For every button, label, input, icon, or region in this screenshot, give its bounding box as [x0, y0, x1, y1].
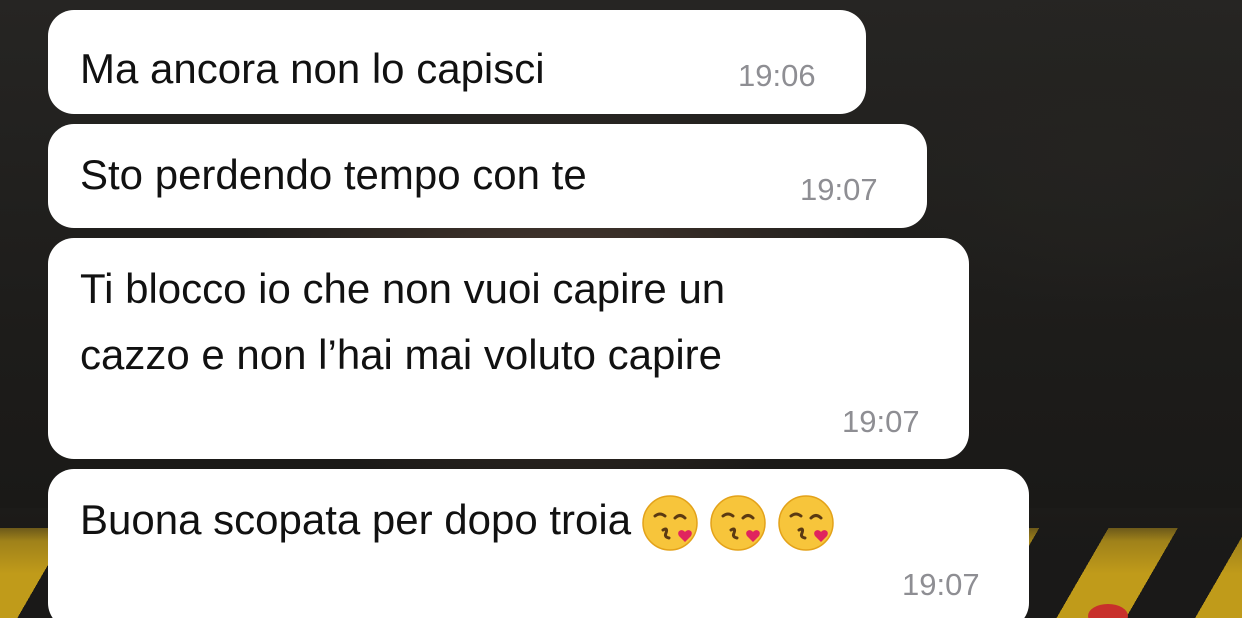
message-text-line-1: Ti blocco io che non vuoi capire un — [80, 265, 726, 312]
face-blowing-kiss-icon — [709, 494, 767, 552]
message-text: Buona scopata per dopo troia — [80, 489, 835, 552]
message-timestamp: 19:07 — [842, 404, 920, 439]
message-timestamp: 19:06 — [738, 58, 816, 93]
message-timestamp: 19:07 — [800, 172, 878, 207]
message-text-content: Buona scopata per dopo troia — [80, 496, 632, 543]
message-timestamp: 19:07 — [902, 567, 980, 602]
message-bubble[interactable]: Sto perdendo tempo con te 19:07 — [48, 124, 927, 228]
face-blowing-kiss-icon — [641, 494, 699, 552]
message-text: Ma ancora non lo capisci — [80, 45, 545, 92]
message-bubble[interactable]: Buona scopata per dopo troia 19:07 — [48, 469, 1029, 618]
message-text: Sto perdendo tempo con te — [80, 151, 587, 198]
face-blowing-kiss-icon — [777, 494, 835, 552]
message-text-line-2: cazzo e non l’hai mai voluto capire — [80, 331, 723, 378]
message-bubble[interactable]: Ti blocco io che non vuoi capire un cazz… — [48, 238, 969, 459]
message-bubble[interactable]: Ma ancora non lo capisci 19:06 — [48, 10, 866, 114]
